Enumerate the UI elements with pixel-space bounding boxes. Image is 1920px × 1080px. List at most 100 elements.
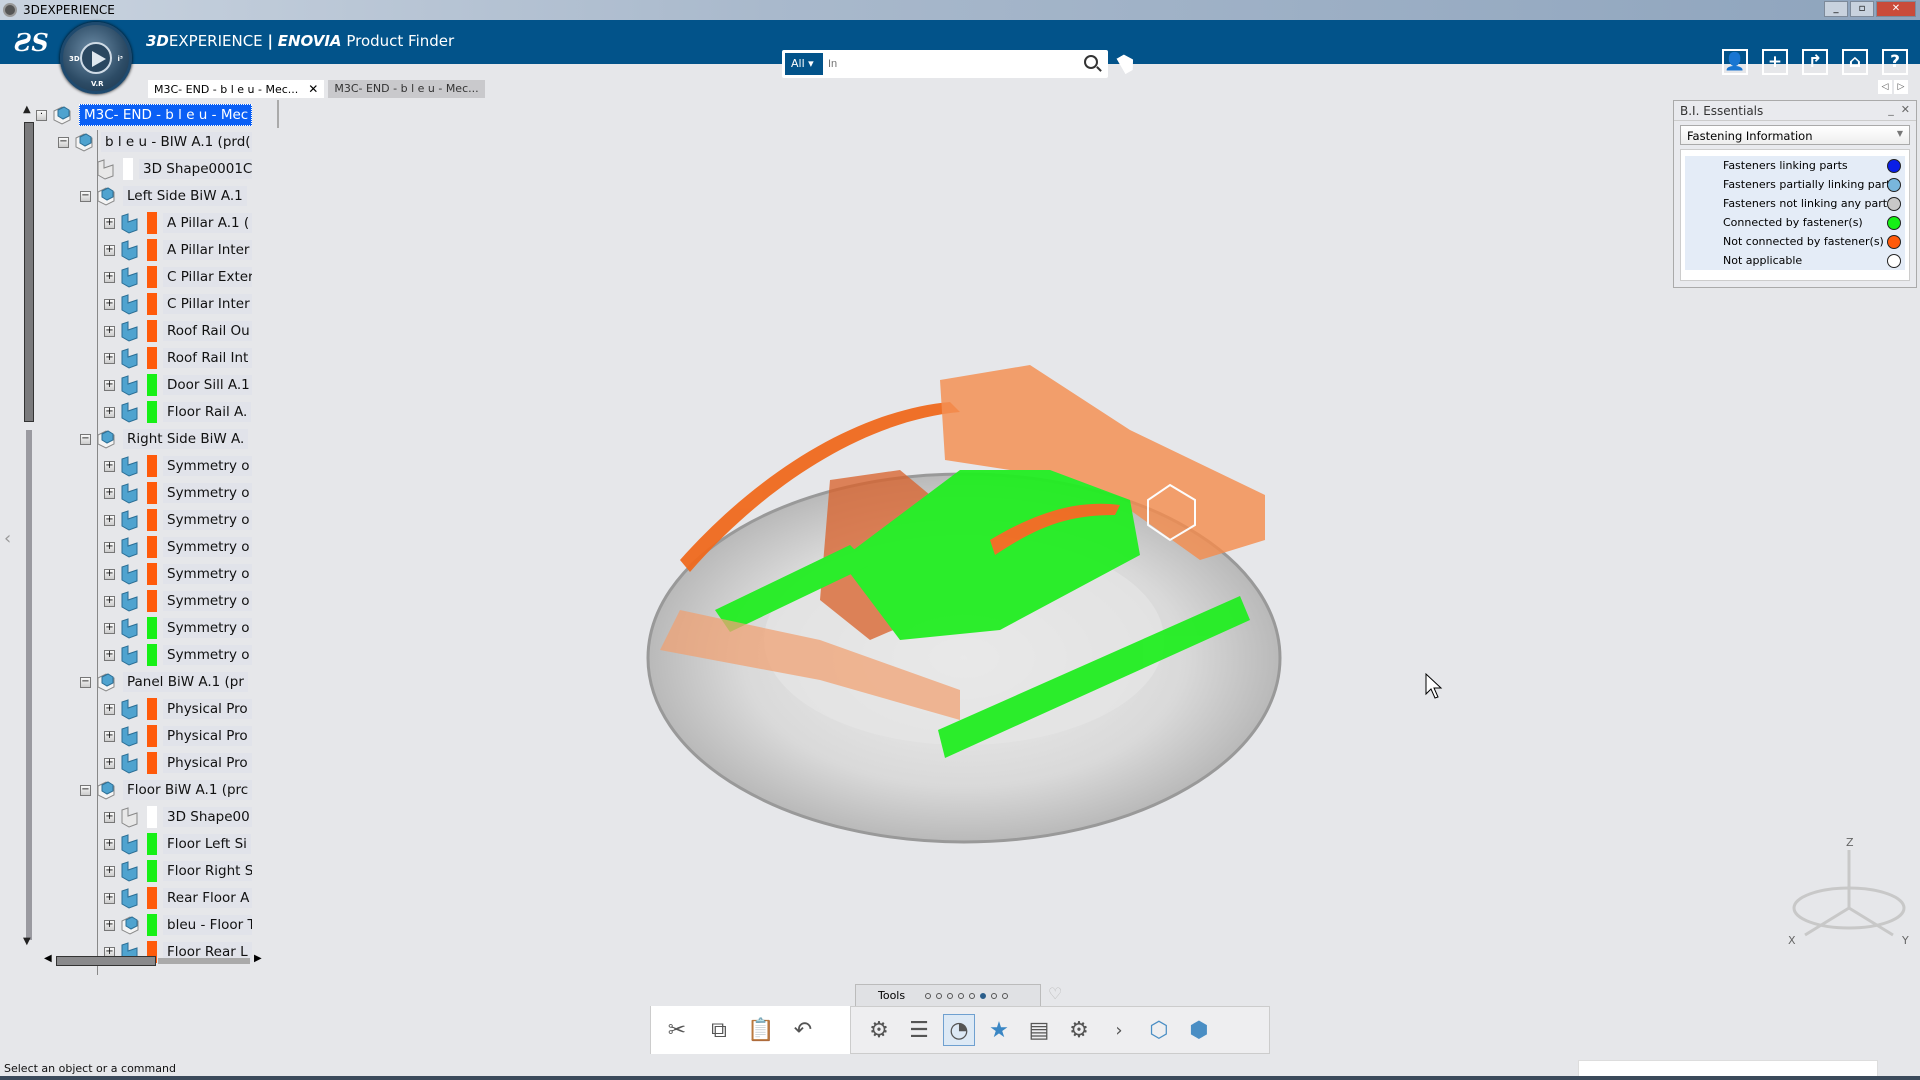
tree-node[interactable]: + Roof Rail Ou xyxy=(104,319,252,343)
restore-button[interactable]: ▫ xyxy=(1850,1,1874,17)
collapse-icon[interactable]: − xyxy=(80,433,91,445)
scroll-left-icon[interactable]: ◀ xyxy=(44,953,52,964)
expand-icon[interactable]: + xyxy=(104,757,115,769)
expand-icon[interactable]: + xyxy=(104,649,115,661)
tag-icon[interactable] xyxy=(1116,52,1137,75)
tools-section-tab[interactable]: Tools xyxy=(855,984,1041,1006)
tree-node[interactable]: − b l e u - BIW A.1 (prd( xyxy=(58,130,252,154)
expand-icon[interactable]: + xyxy=(104,514,115,526)
toolbar-page-dot[interactable] xyxy=(936,992,943,999)
tree-node[interactable]: · M3C- END - b l e u - Mec xyxy=(36,103,252,127)
expand-icon[interactable]: + xyxy=(104,325,115,337)
expand-icon[interactable]: + xyxy=(104,865,115,877)
tree-node[interactable]: + C Pillar Inter xyxy=(104,292,252,316)
select-table-icon[interactable]: ☰ xyxy=(903,1014,935,1046)
toolbar-page-dot[interactable] xyxy=(947,992,954,999)
compass-3d-label[interactable]: 3D xyxy=(69,55,80,63)
search-input[interactable] xyxy=(828,54,1068,74)
home-icon[interactable]: ⌂ xyxy=(1842,49,1868,75)
play-icon[interactable] xyxy=(80,42,112,74)
undo-icon[interactable]: ↶ xyxy=(787,1014,819,1046)
toolbar-page-dot[interactable] xyxy=(969,992,976,999)
minimize-button[interactable]: _ xyxy=(1824,1,1848,17)
expand-icon[interactable]: + xyxy=(104,271,115,283)
tree-node[interactable]: + Rear Floor A xyxy=(104,886,252,910)
tree-node[interactable]: + A Pillar A.1 ( xyxy=(104,211,252,235)
search-icon[interactable] xyxy=(1084,55,1098,69)
expand-icon[interactable]: + xyxy=(104,568,115,580)
tree-node[interactable]: + Symmetry o xyxy=(104,508,252,532)
expand-icon[interactable]: + xyxy=(104,595,115,607)
compass-widget[interactable]: 3D i³ V.R xyxy=(60,22,132,94)
paste-icon[interactable]: 📋 xyxy=(745,1014,777,1046)
expand-icon[interactable]: + xyxy=(104,352,115,364)
tree-node[interactable]: + Physical Pro xyxy=(104,751,252,775)
expand-icon[interactable]: + xyxy=(104,460,115,472)
favorites-icon[interactable]: ★ xyxy=(983,1014,1015,1046)
h-scroll-track[interactable] xyxy=(158,958,250,964)
toolbar-page-dot[interactable] xyxy=(980,992,987,999)
tree-node[interactable]: + Symmetry o xyxy=(104,454,252,478)
add-icon[interactable]: + xyxy=(1762,49,1788,75)
close-panel-button[interactable]: ✕ xyxy=(1901,103,1910,116)
tab-document-2[interactable]: M3C- END - b l e u - Mec... xyxy=(328,80,485,98)
toolbar-page-dot[interactable] xyxy=(1002,992,1009,999)
product-icon[interactable]: ⬢ xyxy=(1183,1014,1215,1046)
toolbar-page-dot[interactable] xyxy=(991,992,998,999)
tree-node[interactable]: 3D Shape0001C xyxy=(80,157,252,181)
scroll-right-icon[interactable]: ▶ xyxy=(254,953,262,964)
ds-logo-icon[interactable]: ƧS xyxy=(14,28,49,57)
options-icon[interactable]: ⚙ xyxy=(1063,1014,1095,1046)
share-icon[interactable]: ↱ xyxy=(1802,49,1828,75)
tree-node[interactable]: + Floor Left Si xyxy=(104,832,252,856)
expand-icon[interactable]: + xyxy=(104,730,115,742)
bi-essentials-icon[interactable]: ◔ xyxy=(943,1014,975,1046)
toolbar-page-dot[interactable] xyxy=(925,992,932,999)
tab-scroll-right-icon[interactable]: ▷ xyxy=(1894,80,1908,94)
h-scroll-thumb[interactable] xyxy=(56,956,156,966)
collapse-icon[interactable]: − xyxy=(80,784,91,796)
tree-node[interactable]: + Physical Pro xyxy=(104,697,252,721)
search-scope-dropdown[interactable]: All ▾ xyxy=(785,53,823,75)
tab-scroll-left-icon[interactable]: ◁ xyxy=(1878,80,1892,94)
expand-icon[interactable]: + xyxy=(104,622,115,634)
tree-node[interactable]: + Physical Pro xyxy=(104,724,252,748)
more-icon[interactable]: › xyxy=(1103,1014,1135,1046)
expand-icon[interactable]: + xyxy=(104,703,115,715)
collapse-icon[interactable]: − xyxy=(80,676,91,688)
tree-node[interactable]: − Panel BiW A.1 (pr xyxy=(80,670,252,694)
manage-icon[interactable]: ⚙ xyxy=(863,1014,895,1046)
collapse-icon[interactable]: − xyxy=(80,190,91,202)
expand-icon[interactable]: + xyxy=(104,298,115,310)
tree-node[interactable]: − Right Side BiW A. xyxy=(80,427,252,451)
tree-node[interactable]: + Floor Rail A. xyxy=(104,400,252,424)
expand-icon[interactable]: + xyxy=(104,487,115,499)
insert-icon[interactable]: ⬡ xyxy=(1143,1014,1175,1046)
expand-icon[interactable]: + xyxy=(104,919,115,931)
tree-node[interactable]: + Symmetry o xyxy=(104,562,252,586)
expand-icon[interactable]: + xyxy=(104,379,115,391)
tree-node[interactable]: + Symmetry o xyxy=(104,589,252,613)
tree-node[interactable]: + Symmetry o xyxy=(104,481,252,505)
compass-vr-label[interactable]: V.R xyxy=(91,80,104,88)
tree-node[interactable]: + Symmetry o xyxy=(104,535,252,559)
help-icon[interactable]: ? xyxy=(1882,49,1908,75)
close-tab-icon[interactable]: ✕ xyxy=(308,82,318,96)
expand-icon[interactable]: + xyxy=(104,811,115,823)
toolbar-page-dot[interactable] xyxy=(958,992,965,999)
expand-icon[interactable]: + xyxy=(104,541,115,553)
user-icon[interactable]: 👤 xyxy=(1722,49,1748,75)
expand-icon[interactable]: + xyxy=(104,406,115,418)
list-icon[interactable]: ▤ xyxy=(1023,1014,1055,1046)
tree-node[interactable]: − Left Side BiW A.1 xyxy=(80,184,252,208)
tree-node[interactable]: − Floor BiW A.1 (prc xyxy=(80,778,252,802)
compass-i3-label[interactable]: i³ xyxy=(118,55,123,63)
tree-node[interactable]: + bleu - Floor T xyxy=(104,913,252,937)
tree-node[interactable]: + Door Sill A.1 xyxy=(104,373,252,397)
tree-node[interactable]: + Symmetry o xyxy=(104,643,252,667)
tab-document-1[interactable]: M3C- END - b l e u - Mec... ✕ xyxy=(148,80,325,98)
collapse-icon[interactable]: · xyxy=(36,109,47,121)
fastening-dropdown[interactable]: Fastening Information ▼ xyxy=(1680,125,1910,145)
tree-node[interactable]: + C Pillar Exter xyxy=(104,265,252,289)
expand-icon[interactable]: + xyxy=(104,217,115,229)
